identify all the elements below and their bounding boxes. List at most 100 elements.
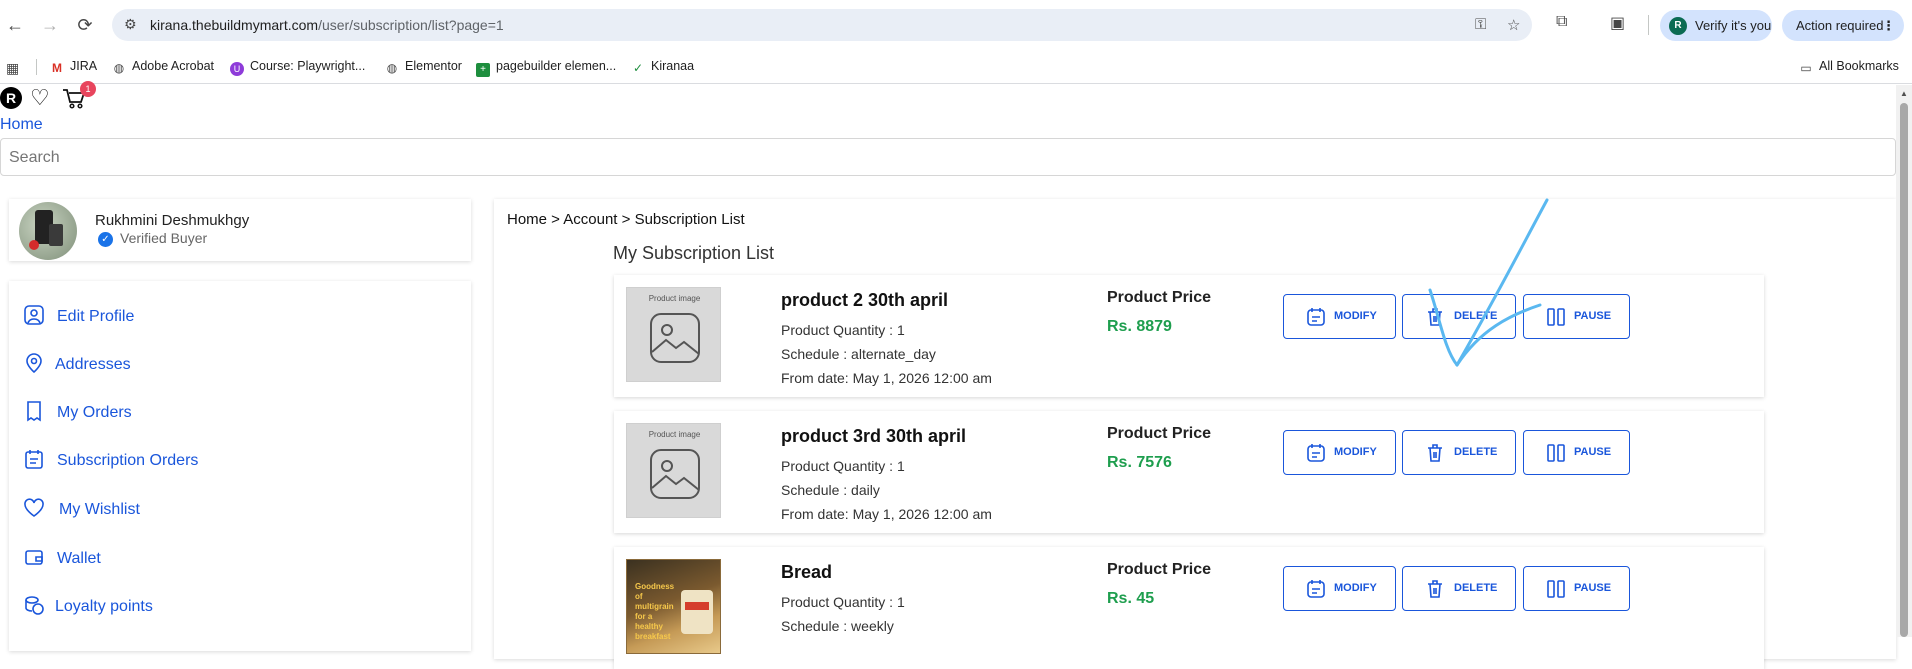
bookmark-elementor[interactable]: ◍ Elementor [385, 59, 462, 75]
image-placeholder-icon [650, 313, 700, 363]
sidebar-item-edit-profile[interactable]: Edit Profile [23, 304, 134, 334]
location-pin-icon [26, 353, 42, 374]
calendar-edit-icon [1307, 580, 1325, 598]
pause-label: PAUSE [1574, 446, 1612, 458]
pause-icon [1547, 580, 1565, 598]
site-settings-icon[interactable]: ⚙ [124, 16, 137, 33]
all-bookmarks[interactable]: ▭ All Bookmarks [1799, 59, 1899, 75]
profile-card: Rukhmini Deshmukhgy ✓ Verified Buyer [9, 199, 471, 261]
product-price: Rs. 8879 [1107, 318, 1172, 335]
product-image-placeholder: Product image [626, 423, 721, 518]
sidebar-item-addresses[interactable]: Addresses [23, 352, 131, 382]
calendar-list-icon [25, 450, 43, 469]
sidebar-item-my-wishlist[interactable]: My Wishlist [23, 497, 140, 527]
delete-label: DELETE [1454, 582, 1498, 594]
calendar-edit-icon [1307, 308, 1325, 326]
price-label: Product Price [1107, 561, 1212, 578]
globe-icon: ◍ [386, 61, 398, 75]
toolbar-divider [1648, 15, 1649, 35]
extensions-puzzle-icon[interactable]: ⧉ [1556, 13, 1567, 31]
bookmarks-bar: ▦ M JIRA ◍ Adobe Acrobat U Course: Playwrig… [0, 50, 1912, 84]
delete-label: DELETE [1454, 446, 1498, 458]
bookmark-kiranaa[interactable]: ✓ Kiranaa [631, 59, 694, 75]
product-image-placeholder: Product image [626, 287, 721, 382]
pause-button[interactable]: PAUSE [1523, 430, 1630, 475]
product-price: Rs. 7576 [1107, 454, 1172, 471]
course-icon: U [230, 62, 244, 76]
product-schedule: Schedule : weekly [781, 618, 894, 634]
search-input[interactable]: Search [0, 138, 1896, 176]
profile-avatar-image [19, 202, 77, 260]
trash-icon [1428, 580, 1442, 598]
modify-button[interactable]: MODIFY [1283, 566, 1396, 611]
modify-button[interactable]: MODIFY [1283, 430, 1396, 475]
bookmark-divider [36, 59, 37, 75]
product-name: Bread [781, 562, 833, 582]
calendar-edit-icon [1307, 444, 1325, 462]
check-icon: ✓ [632, 61, 644, 75]
modify-label: MODIFY [1334, 310, 1377, 322]
bookmark-star-icon[interactable]: ☆ [1507, 16, 1520, 34]
sidebar-item-loyalty-points[interactable]: Loyalty points [23, 594, 153, 624]
sidebar-item-my-orders[interactable]: My Orders [23, 400, 132, 430]
tab-search-icon[interactable]: ▣ [1610, 13, 1625, 33]
account-sidebar: Edit Profile Addresses My Orders Subscri… [9, 281, 471, 651]
profile-avatar: R [1669, 17, 1687, 35]
breadcrumb: Home > Account > Subscription List [507, 211, 745, 228]
address-bar[interactable]: ⚙ kirana.thebuildmymart.com/user/subscri… [112, 9, 1532, 41]
bookmark-course-playwright[interactable]: U Course: Playwright... [230, 59, 365, 76]
product-quantity: Product Quantity : 1 [781, 322, 905, 338]
user-icon [24, 305, 44, 325]
product-from-date: From date: May 1, 2026 12:00 am [781, 506, 992, 522]
cart-count-badge: 1 [80, 81, 96, 97]
url-text[interactable]: kirana.thebuildmymart.com/user/subscript… [150, 17, 504, 33]
price-label: Product Price [1107, 425, 1212, 442]
scrollbar-thumb[interactable] [1900, 103, 1908, 637]
product-name: product 2 30th april [781, 290, 949, 310]
pause-label: PAUSE [1574, 582, 1612, 594]
kebab-menu-icon[interactable]: ⋮ [1882, 10, 1895, 41]
product-schedule: Schedule : alternate_day [781, 346, 936, 362]
wishlist-heart-icon[interactable]: ♡ [30, 86, 50, 110]
product-image-bread: Goodness of multigrain for a healthy bre… [626, 559, 721, 654]
product-price: Rs. 45 [1107, 590, 1155, 607]
sidebar-item-subscription-orders[interactable]: Subscription Orders [23, 448, 198, 478]
product-from-date: From date: May 1, 2026 12:00 am [781, 370, 992, 386]
sheets-icon: + [476, 63, 490, 77]
verified-buyer-label: Verified Buyer [120, 230, 208, 246]
bookmark-pagebuilder[interactable]: + pagebuilder elemen... [476, 59, 616, 77]
image-caption: Goodness of multigrain for a healthy bre… [635, 582, 675, 641]
verified-check-icon: ✓ [98, 232, 113, 247]
price-label: Product Price [1107, 289, 1212, 306]
forward-arrow-icon[interactable]: → [37, 12, 63, 38]
modify-button[interactable]: MODIFY [1283, 294, 1396, 339]
image-caption: Product image [648, 294, 701, 303]
wallet-icon [25, 550, 43, 565]
delete-button[interactable]: DELETE [1402, 430, 1516, 475]
profile-name: Rukhmini Deshmukhgy [95, 212, 250, 229]
pause-icon [1547, 444, 1565, 462]
back-arrow-icon[interactable]: ← [2, 12, 28, 38]
scroll-up-arrow-icon[interactable]: ▲ [1900, 89, 1908, 98]
password-key-icon[interactable]: ⚿ [1475, 16, 1486, 33]
subscription-row: Product image product 3rd 30th april Pro… [614, 411, 1764, 533]
globe-icon: ◍ [113, 61, 125, 75]
page-title: My Subscription List [613, 243, 775, 263]
home-link[interactable]: Home [0, 116, 43, 134]
verify-identity-button[interactable]: R Verify it's you [1660, 10, 1772, 41]
subscription-row: Product image product 2 30th april Produ… [614, 275, 1764, 397]
apps-grid-icon[interactable]: ▦ [6, 60, 19, 77]
page-scrollbar[interactable]: ▲ [1896, 85, 1912, 637]
bookmark-adobe-acrobat[interactable]: ◍ Adobe Acrobat [112, 59, 214, 75]
receipt-icon [27, 401, 41, 422]
sidebar-item-wallet[interactable]: Wallet [23, 546, 101, 576]
subscription-row: Goodness of multigrain for a healthy bre… [614, 547, 1764, 669]
bookmark-jira[interactable]: M JIRA [50, 59, 97, 75]
pause-button[interactable]: PAUSE [1523, 566, 1630, 611]
delete-button[interactable]: DELETE [1402, 566, 1516, 611]
action-required-button[interactable]: Action required ⋮ [1782, 10, 1904, 41]
user-avatar[interactable]: R [0, 87, 22, 109]
image-placeholder-icon [650, 449, 700, 499]
product-quantity: Product Quantity : 1 [781, 594, 905, 610]
reload-icon[interactable]: ⟳ [72, 12, 98, 38]
